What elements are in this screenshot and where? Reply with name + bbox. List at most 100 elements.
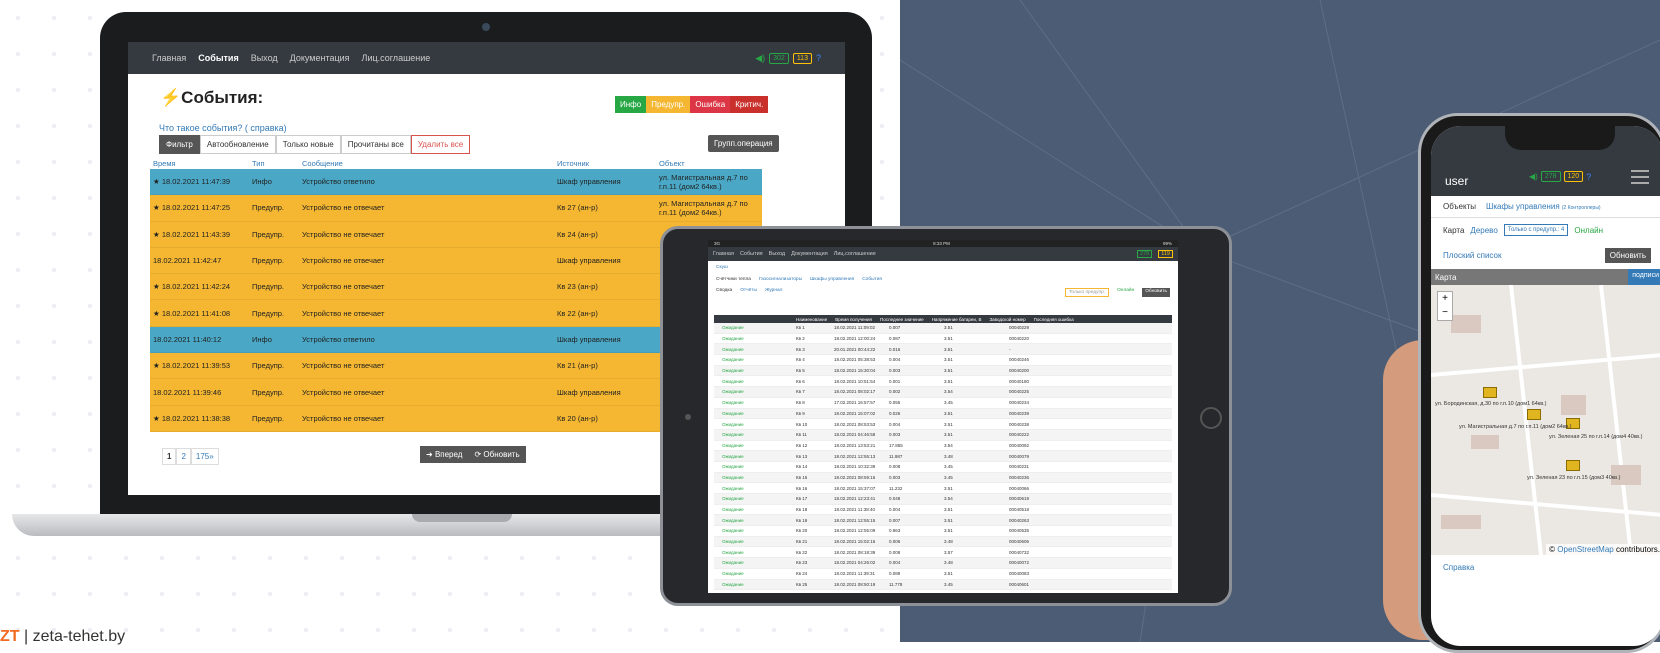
only-new-button[interactable]: Только новые: [275, 135, 341, 154]
col-source[interactable]: Источник: [557, 159, 659, 168]
table-row[interactable]: Ожидание Кв 20 18.02.2021 12:55:09 0.963 3.5…: [714, 526, 1172, 537]
page-last[interactable]: 175»: [190, 448, 219, 465]
tab-events[interactable]: События: [862, 277, 882, 282]
table-row[interactable]: Ожидание Кв 16 18.02.2021 15:37:07 11.232 3.…: [714, 483, 1172, 494]
cell: Ожидание: [722, 581, 744, 587]
map-marker-icon[interactable]: [1483, 387, 1497, 398]
refresh-button[interactable]: Обновить: [1604, 248, 1651, 263]
table-row[interactable]: Ожидание Кв 15 18.02.2021 08:59:16 0.003 3.4…: [714, 472, 1172, 484]
cell: 0.055: [889, 400, 901, 406]
nav-docs[interactable]: Документация: [290, 53, 350, 63]
zoom-control[interactable]: + −: [1437, 291, 1453, 321]
map-marker-icon[interactable]: [1527, 409, 1541, 420]
col-message[interactable]: Сообщение: [302, 159, 557, 168]
table-row[interactable]: Ожидание Кв 14 18.02.2021 10:32:39 0.008 3.4…: [714, 462, 1172, 473]
warn-filter-toggle[interactable]: Только предупр.: [1064, 288, 1110, 297]
refresh-button[interactable]: ⟳ Обновить: [468, 446, 526, 463]
cell-object[interactable]: ул. Магистральная д.7 по г.п.11 (дом2 64…: [659, 173, 762, 191]
table-row[interactable]: Ожидание Кв 25 18.02.2021 08:50:19 11.778 3.…: [714, 579, 1172, 591]
nav-home[interactable]: Главная: [713, 251, 734, 257]
tab-cabinets[interactable]: Шкафы управления (2 Контроллеры): [1486, 202, 1601, 211]
help-icon[interactable]: ?: [816, 53, 821, 63]
view-map[interactable]: Карта: [1443, 226, 1464, 235]
page-1[interactable]: 1: [162, 448, 177, 465]
table-row[interactable]: Ожидание Кв 24 18.02.2021 11:39:31 0.089 3.5…: [714, 569, 1172, 580]
group-operation-button[interactable]: Групп.операция: [708, 135, 779, 152]
forward-button[interactable]: ➜ Вперед: [420, 446, 469, 463]
flat-list-link[interactable]: Плоский список: [1443, 251, 1501, 260]
nav-logout[interactable]: Выход: [251, 53, 278, 63]
table-row[interactable]: ★ 18.02.2021 11:47:25 Предупр. Устройство …: [150, 195, 762, 222]
refresh-button[interactable]: Обновить: [1142, 288, 1170, 297]
ok-count-badge[interactable]: 302: [769, 52, 789, 64]
subtab-log[interactable]: Журнал: [765, 288, 783, 297]
nav-docs[interactable]: Документация: [791, 251, 828, 257]
sound-icon[interactable]: ◀): [755, 53, 765, 64]
nav-license[interactable]: Лиц.соглашение: [362, 53, 431, 63]
table-row[interactable]: Ожидание Кв 10 18.02.2021 08:53:53 0.004 3.5…: [714, 419, 1172, 430]
autorefresh-button[interactable]: Автообновление: [199, 135, 276, 154]
labels-toggle[interactable]: подписи: [1628, 269, 1660, 285]
page-2[interactable]: 2: [176, 448, 191, 465]
table-row[interactable]: Ожидание Кв 11 18.02.2021 04:46:58 0.003 3.5…: [714, 429, 1172, 441]
table-row[interactable]: Ожидание Кв 17 18.02.2021 12:23:41 0.048 3.5…: [714, 494, 1172, 505]
table-row[interactable]: Ожидание Кв 3 20.01.2021 00:44:22 0.016 3.51…: [714, 344, 1172, 356]
tab-heat-meters[interactable]: Счётчики тепла: [716, 277, 751, 282]
filter-button[interactable]: Фильтр: [159, 135, 200, 154]
table-row[interactable]: Ожидание Кв 5 18.02.2021 15:30:04 0.003 3.51…: [714, 365, 1172, 377]
nav-logout[interactable]: Выход: [769, 251, 785, 257]
table-row[interactable]: Ожидание Кв 19 18.02.2021 12:55:15 0.007 3.5…: [714, 515, 1172, 527]
tab-cabinets[interactable]: Шкафы управления: [810, 277, 854, 282]
map-marker-icon[interactable]: [1566, 460, 1580, 471]
ok-count-badge[interactable]: 278: [1540, 171, 1561, 182]
mark-all-read-button[interactable]: Прочитаны все: [340, 135, 411, 154]
nav-events[interactable]: События: [740, 251, 763, 257]
table-row[interactable]: Ожидание Кв 9 18.02.2021 15:07:02 0.026 3.51…: [714, 408, 1172, 420]
ok-count-badge[interactable]: 278: [1137, 250, 1153, 258]
osm-link[interactable]: OpenStreetMap: [1557, 545, 1613, 554]
table-row[interactable]: Ожидание Кв 22 18.02.2021 08:18:39 0.008 3.5…: [714, 547, 1172, 559]
table-row[interactable]: Ожидание Кв 2 18.02.2021 12:00:24 0.087 3.51…: [714, 334, 1172, 345]
view-tree[interactable]: Дерево: [1470, 226, 1497, 235]
nav-license[interactable]: Лиц.соглашение: [834, 251, 876, 257]
user-name[interactable]: user: [1445, 174, 1468, 188]
subtab-reports[interactable]: Отчёты: [740, 288, 757, 297]
cell: Кв 7: [796, 389, 805, 395]
warn-count-badge[interactable]: 120: [1563, 171, 1584, 182]
online-toggle[interactable]: Онлайн: [1574, 226, 1603, 235]
table-row[interactable]: Ожидание Кв 8 17.02.2021 16:57:57 0.055 3.45…: [714, 398, 1172, 409]
delete-all-button[interactable]: Удалить все: [410, 135, 471, 154]
breadcrumb[interactable]: Скуш: [708, 261, 1178, 274]
table-row[interactable]: Ожидание Кв 18 18.02.2021 11:38:40 0.004 3.5…: [714, 505, 1172, 516]
col-time[interactable]: Время: [150, 159, 252, 168]
table-row[interactable]: Ожидание Кв 7 18.02.2021 08:02:17 0.002 3.54…: [714, 387, 1172, 398]
sound-icon[interactable]: ◀): [1529, 172, 1538, 181]
warn-filter-toggle[interactable]: Только с предупр.: 4: [1503, 224, 1569, 236]
map[interactable]: + − ул. Бородинская, д.30 по г.п.10 (дом1…: [1431, 285, 1660, 555]
warn-count-badge[interactable]: 113: [792, 52, 812, 64]
cell-object[interactable]: ул. Магистральная д.7 по г.п.11 (дом2 64…: [659, 199, 762, 217]
online-toggle[interactable]: Онлайн: [1117, 288, 1134, 297]
col-type[interactable]: Тип: [252, 159, 302, 168]
help-icon[interactable]: ?: [1586, 172, 1591, 182]
cell: Ожидание: [722, 325, 744, 331]
tab-objects[interactable]: Объекты: [1443, 202, 1476, 211]
tab-gas[interactable]: Газосигнализаторы: [759, 277, 802, 282]
table-row[interactable]: Ожидание Кв 13 18.02.2021 12:55:13 11.987 3.…: [714, 451, 1172, 462]
table-row[interactable]: ★ 18.02.2021 11:47:39 Инфо Устройство отве…: [150, 169, 762, 196]
help-link[interactable]: Справка: [1431, 555, 1660, 580]
table-row[interactable]: Ожидание Кв 6 18.02.2021 10:51:54 0.001 3.51…: [714, 376, 1172, 388]
table-row[interactable]: Ожидание Кв 4 18.02.2021 05:38:53 0.004 3.51…: [714, 355, 1172, 366]
table-row[interactable]: Ожидание Кв 21 18.02.2021 15:02:16 0.006 3.4…: [714, 536, 1172, 548]
hamburger-menu-icon[interactable]: [1631, 170, 1649, 184]
cell: 0.002: [889, 389, 901, 395]
table-row[interactable]: Ожидание Кв 12 18.02.2021 13:53:21 17.855 3.…: [714, 441, 1172, 452]
nav-home[interactable]: Главная: [152, 53, 186, 63]
table-row[interactable]: Ожидание Кв 23 18.02.2021 04:26:02 0.004 3.4…: [714, 558, 1172, 569]
col-object[interactable]: Объект: [659, 159, 762, 168]
subtab-summary[interactable]: Сводка: [716, 288, 732, 297]
events-help-link[interactable]: Что такое события? ( справка): [159, 123, 287, 133]
warn-count-badge[interactable]: 119: [1158, 250, 1173, 258]
nav-events[interactable]: События: [198, 53, 238, 63]
table-row[interactable]: Ожидание Кв 1 18.02.2021 11:09:02 0.007 3.51…: [714, 323, 1172, 334]
